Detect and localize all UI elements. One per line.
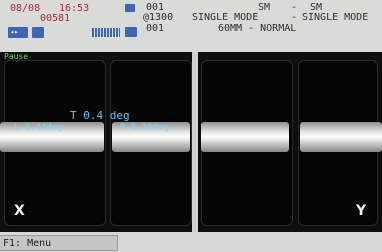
signal-icon	[32, 27, 44, 38]
heater-bar-icon	[92, 28, 120, 37]
date-label: 08/08	[10, 3, 41, 14]
display-mode-icon: ◂▸	[8, 27, 28, 38]
mode-separator: -	[291, 12, 298, 23]
mode-left: SINGLE MODE	[192, 12, 259, 23]
status-bar: 08/08 16:53 00581 001 @1300 001 SINGLE M…	[0, 0, 382, 52]
program-number-c: 001	[146, 23, 165, 34]
camera-view: Pause T 0.4 deg L 0.44deg R 0.39deg X Y	[0, 52, 382, 232]
program-number-b: @1300	[143, 12, 174, 23]
y-fiber-left	[201, 122, 289, 152]
right-angle-readout: R 0.39deg	[120, 123, 169, 133]
mode-right: SINGLE MODE	[302, 12, 369, 23]
f1-menu-button[interactable]: F1: Menu	[0, 235, 118, 251]
heater-profile: 60MM - NORMAL	[218, 23, 297, 34]
y-fiber-right	[300, 122, 382, 152]
fiber-type-left: SM	[258, 2, 271, 13]
x-axis-label: X	[14, 203, 25, 219]
battery-icon	[125, 4, 135, 12]
heater-icon	[125, 27, 137, 37]
view-divider	[192, 52, 198, 232]
splicer-screen: 08/08 16:53 00581 001 @1300 001 SINGLE M…	[0, 0, 382, 252]
y-axis-label: Y	[356, 203, 367, 219]
left-angle-readout: L 0.44deg	[14, 123, 63, 133]
splice-count: 00581	[40, 13, 71, 24]
function-key-bar: F1: Menu	[0, 232, 382, 252]
angle-label: T 0.4 deg	[70, 109, 130, 122]
